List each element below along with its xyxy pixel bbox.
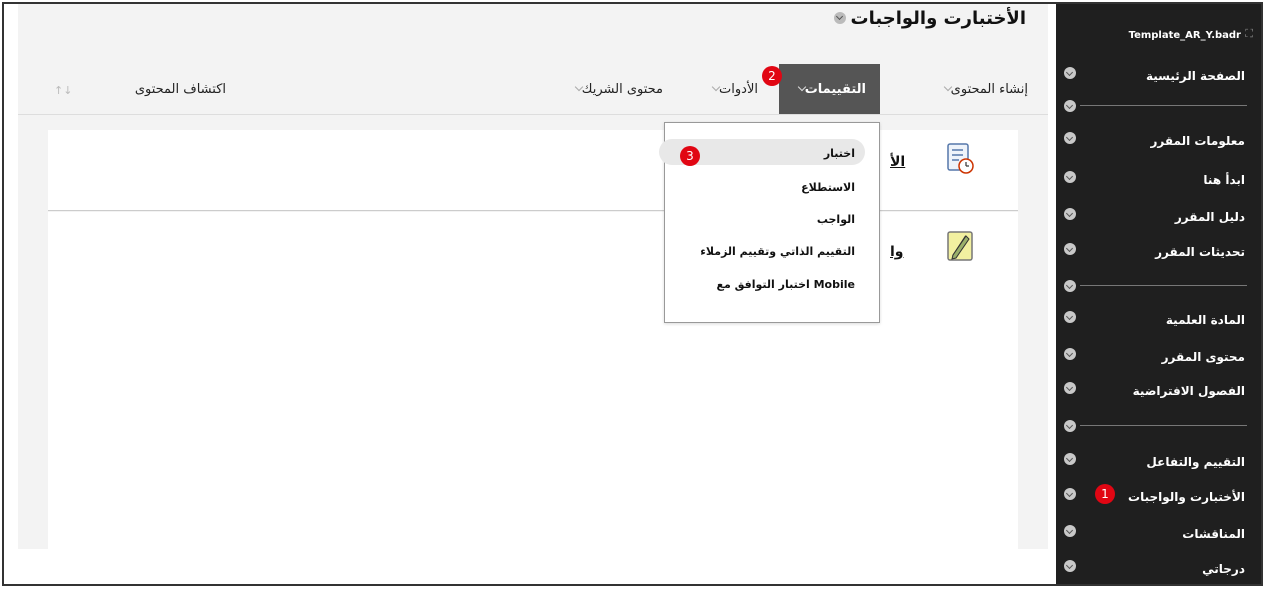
chevron-down-icon[interactable] [1064, 453, 1076, 465]
pin-icon[interactable]: ⛶ [1245, 27, 1253, 41]
sidebar-item-course-info[interactable]: معلومات المقرر [1056, 127, 1261, 157]
sidebar-divider [1064, 100, 1247, 112]
sidebar-item-my-grades[interactable]: درجاتي [1056, 555, 1261, 584]
chevron-down-icon[interactable] [1064, 382, 1076, 394]
dropdown-item-assignment[interactable]: الواجب [817, 213, 855, 226]
sidebar-item-label: درجاتي [1202, 562, 1245, 576]
step-badge-3: 3 [680, 146, 700, 166]
discover-content-label: اكتشاف المحتوى [134, 81, 226, 97]
chevron-down-icon[interactable] [1064, 488, 1076, 500]
partner-content-label: محتوى الشريك [581, 81, 663, 97]
sidebar-item-label: تحديثات المقرر [1155, 245, 1245, 259]
course-title: Template_AR_Y.badr [1128, 30, 1241, 41]
assessments-menu[interactable]: التقييمات [778, 64, 880, 114]
dropdown-item-test[interactable]: اختبار [824, 147, 855, 160]
chevron-down-icon[interactable] [1064, 67, 1076, 79]
sidebar-item-label: المناقشات [1182, 527, 1245, 541]
sidebar-item-tests-assignments[interactable]: الأختبارت والواجبات [1056, 483, 1261, 513]
chevron-down-icon[interactable] [833, 12, 846, 24]
discover-content-button[interactable]: اكتشاف المحتوى [135, 64, 226, 114]
chevron-down-icon[interactable] [1064, 100, 1076, 112]
sidebar-item-assessment-interaction[interactable]: التقييم والتفاعل [1056, 448, 1261, 478]
sidebar-divider [1064, 420, 1247, 432]
sidebar-item-virtual-classes[interactable]: الفصول الافتراضية [1056, 377, 1261, 407]
dropdown-item-survey[interactable]: الاستطلاع [801, 181, 855, 194]
step-badge-2: 2 [762, 66, 782, 86]
sidebar-item-label: الصفحة الرئيسية [1145, 69, 1245, 83]
sidebar-item-label: دليل المقرر [1174, 210, 1245, 224]
content-item-title[interactable]: وا [890, 244, 904, 260]
main-content: الأختبارت والواجبات إنشاء المحتوى التقيي… [18, 4, 1048, 552]
sidebar-item-home[interactable]: الصفحة الرئيسية [1056, 62, 1261, 92]
sidebar-item-label: الأختبارت والواجبات [1128, 490, 1245, 504]
page-title: الأختبارت والواجبات [850, 7, 1026, 29]
partner-content-menu[interactable]: محتوى الشريك [570, 64, 663, 114]
create-content-label: إنشاء المحتوى [950, 81, 1028, 97]
sidebar-item-discussions[interactable]: المناقشات [1056, 520, 1261, 550]
assessments-label: التقييمات [804, 81, 866, 97]
chevron-down-icon[interactable] [1064, 132, 1076, 144]
chevron-down-icon[interactable] [1064, 348, 1076, 360]
sidebar-item-label: ابدأ هنا [1203, 173, 1245, 187]
window: الأختبارت والواجبات إنشاء المحتوى التقيي… [2, 2, 1263, 586]
dropdown-item-self-peer-assessment[interactable]: التقييم الذاتي وتقييم الزملاء [700, 245, 855, 258]
test-icon [947, 143, 974, 174]
chevron-down-icon[interactable] [1064, 243, 1076, 255]
content-item-title[interactable]: الأ [890, 154, 905, 170]
sidebar-item-course-updates[interactable]: تحديثات المقرر [1056, 238, 1261, 268]
tools-menu[interactable]: الأدوات [707, 64, 758, 114]
chevron-down-icon[interactable] [1064, 560, 1076, 572]
chevron-down-icon[interactable] [1064, 171, 1076, 183]
chevron-down-icon[interactable] [1064, 420, 1076, 432]
sidebar-item-scientific-material[interactable]: المادة العلمية [1056, 306, 1261, 336]
chevron-down-icon[interactable] [1064, 311, 1076, 323]
sort-icon[interactable]: ↑↓ [54, 84, 72, 97]
sidebar-item-course-guide[interactable]: دليل المقرر [1056, 203, 1261, 233]
page-header: الأختبارت والواجبات [833, 4, 1026, 32]
sidebar-item-label: الفصول الافتراضية [1132, 384, 1245, 398]
chevron-down-icon[interactable] [1064, 525, 1076, 537]
sidebar-divider [1064, 280, 1247, 292]
course-menu: ⛶ Template_AR_Y.badr الصفحة الرئيسية معل… [1056, 4, 1261, 584]
step-badge-1: 1 [1095, 484, 1115, 504]
sidebar-item-label: التقييم والتفاعل [1146, 455, 1245, 469]
action-bar: إنشاء المحتوى التقييمات الأدوات محتوى ال… [18, 64, 1048, 115]
sidebar-item-start-here[interactable]: ابدأ هنا [1056, 166, 1261, 196]
dropdown-item-mobile-test[interactable]: اختبار التوافق مع Mobile [716, 278, 855, 291]
sidebar-item-label: المادة العلمية [1165, 313, 1245, 327]
create-content-menu[interactable]: إنشاء المحتوى [939, 64, 1028, 114]
sidebar-item-label: محتوى المقرر [1161, 350, 1245, 364]
tools-label: الأدوات [719, 81, 758, 97]
chevron-down-icon[interactable] [1064, 280, 1076, 292]
sidebar-item-label: معلومات المقرر [1150, 134, 1245, 148]
assignment-icon [947, 231, 973, 261]
sidebar-item-course-content[interactable]: محتوى المقرر [1056, 343, 1261, 373]
chevron-down-icon[interactable] [1064, 208, 1076, 220]
